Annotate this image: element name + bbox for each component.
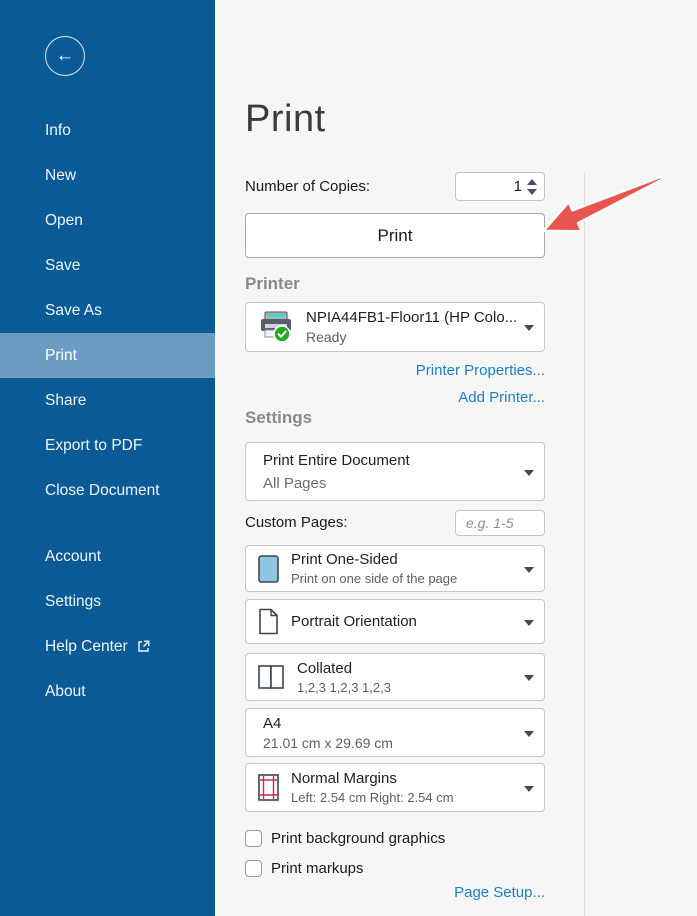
print-range-subtitle: All Pages (263, 475, 410, 492)
printer-properties-link[interactable]: Printer Properties... (416, 362, 545, 379)
sidebar-item-label: Open (45, 212, 83, 230)
add-printer-link[interactable]: Add Printer... (458, 389, 545, 406)
chevron-down-icon (524, 675, 534, 681)
sidebar-item-help-center[interactable]: Help Center (0, 624, 215, 669)
checkbox-label: Print background graphics (271, 830, 445, 847)
sided-title: Print One-Sided (291, 551, 457, 568)
copies-row: Number of Copies: (245, 172, 545, 202)
paper-size-title: A4 (263, 715, 393, 732)
sidebar-item-export-to-pdf[interactable]: Export to PDF (0, 423, 215, 468)
sidebar-group-divider (0, 513, 215, 534)
margins-title: Normal Margins (291, 770, 454, 787)
sidebar-item-label: New (45, 167, 76, 185)
chevron-down-icon (524, 470, 534, 476)
sidebar-item-label: Settings (45, 593, 101, 611)
sidebar-item-save[interactable]: Save (0, 243, 215, 288)
back-button[interactable]: ← (45, 36, 85, 76)
custom-pages-label: Custom Pages: (245, 514, 348, 531)
chevron-down-icon (524, 731, 534, 737)
chevron-down-icon (524, 786, 534, 792)
backstage-sidebar: ← Info New Open Save Save As Print Share… (0, 0, 215, 916)
sidebar-item-label: Print (45, 347, 77, 365)
chevron-down-icon (524, 325, 534, 331)
sidebar-item-label: Save (45, 257, 80, 275)
copies-stepper (455, 172, 545, 201)
chevron-down-icon (524, 620, 534, 626)
printer-section-heading: Printer (245, 274, 300, 294)
copies-label: Number of Copies: (245, 178, 370, 195)
sidebar-item-label: About (45, 683, 86, 701)
collation-subtitle: 1,2,3 1,2,3 1,2,3 (297, 680, 391, 695)
custom-pages-input[interactable] (455, 510, 545, 536)
print-button[interactable]: Print (245, 213, 545, 258)
sidebar-item-label: Help Center (45, 638, 128, 656)
sidebar-item-label: Share (45, 392, 86, 410)
print-pane: Print Number of Copies: Print Printer (245, 0, 545, 916)
sidebar-item-new[interactable]: New (0, 153, 215, 198)
collation-title: Collated (297, 660, 391, 677)
sidebar-item-share[interactable]: Share (0, 378, 215, 423)
back-arrow-icon: ← (56, 45, 75, 67)
page-title: Print (245, 98, 326, 141)
collated-pages-icon (258, 665, 285, 689)
collation-select[interactable]: Collated 1,2,3 1,2,3 1,2,3 (245, 653, 545, 701)
sidebar-item-save-as[interactable]: Save As (0, 288, 215, 333)
orientation-select[interactable]: Portrait Orientation (245, 599, 545, 644)
chevron-down-icon (524, 567, 534, 573)
print-background-graphics-checkbox[interactable]: Print background graphics (245, 828, 445, 848)
sidebar-item-label: Save As (45, 302, 102, 320)
printer-name: NPIA44FB1-Floor11 (HP Colo... (306, 309, 517, 326)
print-range-title: Print Entire Document (263, 452, 410, 469)
sidebar-item-label: Export to PDF (45, 437, 142, 455)
portrait-page-icon (258, 608, 279, 635)
one-sided-page-icon (258, 555, 279, 583)
sidebar-item-info[interactable]: Info (0, 108, 215, 153)
sided-subtitle: Print on one side of the page (291, 571, 457, 586)
margins-select[interactable]: Normal Margins Left: 2.54 cm Right: 2.54… (245, 763, 545, 812)
sidebar-item-label: Info (45, 122, 71, 140)
print-range-select[interactable]: Print Entire Document All Pages (245, 442, 545, 501)
checkbox-icon (245, 860, 262, 877)
margins-page-icon (258, 774, 279, 801)
custom-pages-row: Custom Pages: (245, 509, 545, 537)
orientation-title: Portrait Orientation (291, 613, 417, 630)
annotation-arrow (535, 165, 680, 250)
page-setup-link[interactable]: Page Setup... (454, 884, 545, 901)
copies-input[interactable] (456, 173, 522, 200)
checkbox-icon (245, 830, 262, 847)
paper-size-select[interactable]: A4 21.01 cm x 29.69 cm (245, 708, 545, 757)
margins-subtitle: Left: 2.54 cm Right: 2.54 cm (291, 790, 454, 805)
sidebar-item-close-document[interactable]: Close Document (0, 468, 215, 513)
sidebar-item-label: Close Document (45, 482, 160, 500)
sidebar-item-settings[interactable]: Settings (0, 579, 215, 624)
sided-select[interactable]: Print One-Sided Print on one side of the… (245, 545, 545, 592)
paper-size-subtitle: 21.01 cm x 29.69 cm (263, 735, 393, 751)
sidebar-menu: Info New Open Save Save As Print Share E… (0, 108, 215, 714)
sidebar-item-label: Account (45, 548, 101, 566)
vertical-divider (584, 173, 585, 916)
spinner-down-icon[interactable] (527, 189, 537, 195)
spinner-up-icon[interactable] (527, 179, 537, 185)
printer-select[interactable]: NPIA44FB1-Floor11 (HP Colo... Ready (245, 302, 545, 352)
settings-section-heading: Settings (245, 408, 312, 428)
printer-status: Ready (306, 329, 517, 345)
copies-spinner (526, 177, 538, 197)
sidebar-item-account[interactable]: Account (0, 534, 215, 579)
checkbox-label: Print markups (271, 860, 364, 877)
sidebar-item-print[interactable]: Print (0, 333, 215, 378)
sidebar-item-about[interactable]: About (0, 669, 215, 714)
external-link-icon (137, 640, 150, 653)
print-markups-checkbox[interactable]: Print markups (245, 858, 364, 878)
sidebar-item-open[interactable]: Open (0, 198, 215, 243)
printer-icon (258, 310, 294, 344)
